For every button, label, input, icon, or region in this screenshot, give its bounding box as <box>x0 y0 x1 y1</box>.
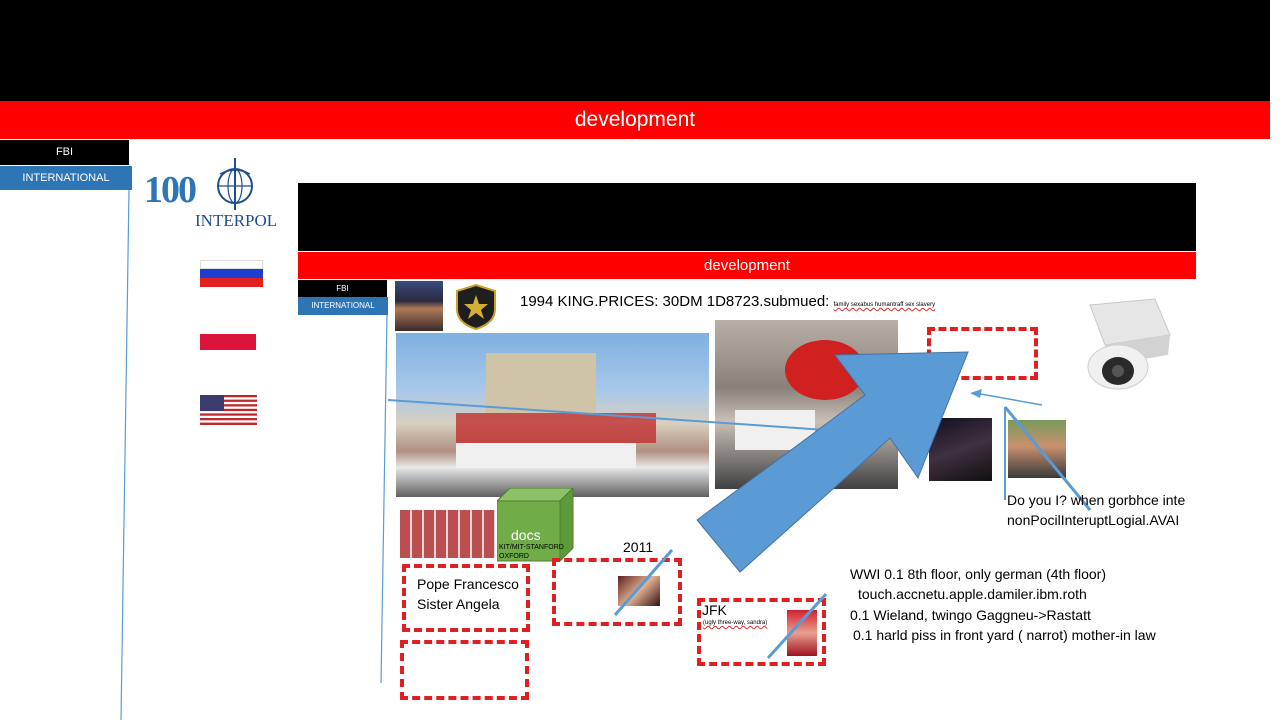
note-line-1: WWI 0.1 8th floor, only german (4th floo… <box>850 566 1106 582</box>
question-block: Do you I? when gorbhce inte nonPocilInte… <box>1007 490 1200 530</box>
question-line-1: Do you I? when gorbhce inte <box>1007 492 1186 508</box>
question-line-2: nonPocilInteruptLogial.AVAI <box>1007 512 1180 528</box>
note-line-2: touch.accnetu.apple.damiler.ibm.roth <box>858 586 1087 602</box>
note-line-3: 0.1 Wieland, twingo Gaggneu->Rastatt <box>850 607 1091 623</box>
note-line-4: 0.1 harld piss in front yard ( narrot) m… <box>853 627 1156 643</box>
